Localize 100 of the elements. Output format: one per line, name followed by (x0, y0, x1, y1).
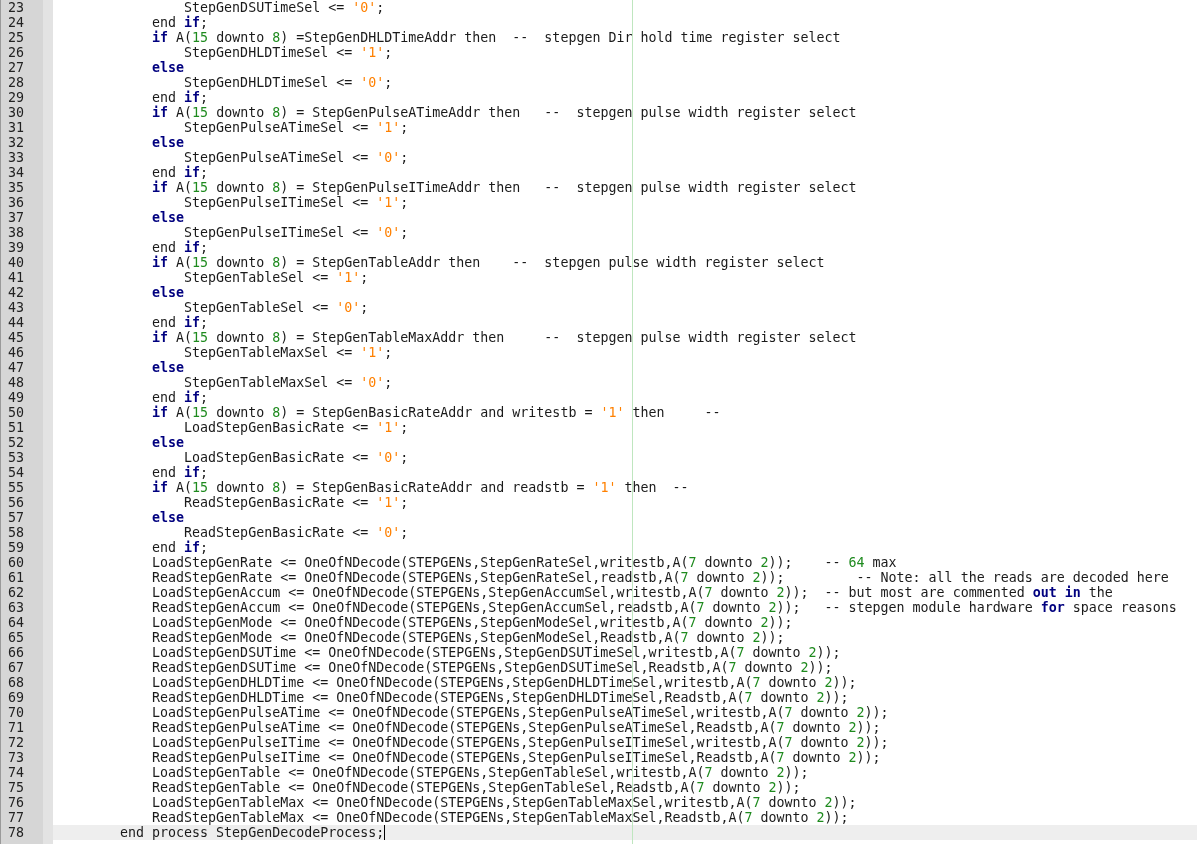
code-line: end if; (151, 165, 209, 180)
line-number: 45 (8, 330, 24, 345)
line-number: 78 (8, 825, 24, 840)
code-line: LoadStepGenPulseITime <= OneOfNDecode(STEPGENs,StepGenPulseITimeSel,writestb,A(7 downto 2)); (151, 735, 889, 750)
line-number: 68 (8, 675, 24, 690)
code-line: if A(15 downto 8) = StepGenBasicRateAddr and writestb = '1' then -- (151, 405, 721, 420)
line-number: 36 (8, 195, 24, 210)
line-number: 57 (8, 510, 24, 525)
line-number: 49 (8, 390, 24, 405)
code-line: end if; (151, 540, 209, 555)
code-line: StepGenTableMaxSel <= '1'; (184, 345, 393, 360)
line-number: 74 (8, 765, 24, 780)
text-cursor (384, 825, 386, 840)
line-number: 34 (8, 165, 24, 180)
code-line: else (151, 360, 185, 375)
line-number: 65 (8, 630, 24, 645)
line-number: 72 (8, 735, 24, 750)
line-number: 61 (8, 570, 24, 585)
line-number: 54 (8, 465, 24, 480)
line-number: 71 (8, 720, 24, 735)
line-number: 44 (8, 315, 24, 330)
line-number: 37 (8, 210, 24, 225)
line-number: 53 (8, 450, 24, 465)
code-line: LoadStepGenPulseATime <= OneOfNDecode(STEPGENs,StepGenPulseATimeSel,writestb,A(7 downto 2)); (151, 705, 889, 720)
line-number: 60 (8, 555, 24, 570)
code-line: LoadStepGenAccum <= OneOfNDecode(STEPGENs,StepGenAccumSel,writestb,A(7 downto 2)); -- but most are commented out in the (151, 585, 1113, 600)
line-number: 23 (8, 0, 24, 15)
code-line: LoadStepGenBasicRate <= '1'; (184, 420, 409, 435)
code-line: ReadStepGenTable <= OneOfNDecode(STEPGENs,StepGenTableSel,Readstb,A(7 downto 2)); (151, 780, 801, 795)
code-line: LoadStepGenRate <= OneOfNDecode(STEPGENs,StepGenRateSel,writestb,A(7 downto 2)); -- 64 max (151, 555, 897, 570)
code-line: if A(15 downto 8) = StepGenTableAddr then -- stepgen pulse width register select (151, 255, 825, 270)
code-line: else (151, 60, 185, 75)
code-line: StepGenTableMaxSel <= '0'; (183, 375, 393, 390)
line-number: 73 (8, 750, 24, 765)
code-line: StepGenTableSel <= '0'; (183, 300, 369, 315)
line-number: 50 (8, 405, 24, 420)
code-line: else (151, 285, 185, 300)
line-number: 27 (8, 60, 24, 75)
code-line: LoadStepGenTableMax <= OneOfNDecode(STEPGENs,StepGenTableMaxSel,writestb,A(7 downto 2)); (151, 795, 857, 810)
line-number: 77 (8, 810, 24, 825)
code-line: end process StepGenDecodeProcess; (119, 825, 385, 840)
code-line: if A(15 downto 8) = StepGenPulseATimeAddr then -- stepgen pulse width register select (151, 105, 857, 120)
line-number: 32 (8, 135, 24, 150)
code-line: if A(15 downto 8) = StepGenPulseITimeAddr then -- stepgen pulse width register select (151, 180, 857, 195)
line-number: 30 (8, 105, 24, 120)
line-number: 25 (8, 30, 24, 45)
code-line: if A(15 downto 8) = StepGenBasicRateAddr and readstb = '1' then -- (151, 480, 689, 495)
line-number: 75 (8, 780, 24, 795)
code-line: LoadStepGenDSUTime <= OneOfNDecode(STEPGENs,StepGenDSUTimeSel,writestb,A(7 downto 2)); (151, 645, 841, 660)
code-line: ReadStepGenPulseATime <= OneOfNDecode(STEPGENs,StepGenPulseATimeSel,Readstb,A(7 downto 2)); (151, 720, 881, 735)
code-line: ReadStepGenRate <= OneOfNDecode(STEPGENs,StepGenRateSel,readstb,A(7 downto 2)); -- Note: all the reads are decoded here (151, 570, 1169, 585)
line-number: 64 (8, 615, 24, 630)
code-line: StepGenTableSel <= '1'; (184, 270, 369, 285)
line-number: 76 (8, 795, 24, 810)
code-line: LoadStepGenBasicRate <= '0'; (183, 450, 409, 465)
code-line: ReadStepGenDSUTime <= OneOfNDecode(STEPGENs,StepGenDSUTimeSel,Readstb,A(7 downto 2)); (151, 660, 833, 675)
line-number: 56 (8, 495, 24, 510)
code-line: ReadStepGenTableMax <= OneOfNDecode(STEPGENs,StepGenTableMaxSel,Readstb,A(7 downto 2)); (151, 810, 849, 825)
code-line: ReadStepGenAccum <= OneOfNDecode(STEPGENs,StepGenAccumSel,readstb,A(7 downto 2)); -- stepgen module hardware for space reasons (151, 600, 1177, 615)
code-line: end if; (151, 465, 209, 480)
code-line: LoadStepGenMode <= OneOfNDecode(STEPGENs,StepGenModeSel,writestb,A(7 downto 2)); (151, 615, 793, 630)
line-number: 69 (8, 690, 24, 705)
line-number: 70 (8, 705, 24, 720)
line-number: 47 (8, 360, 24, 375)
code-line: else (151, 135, 185, 150)
code-line: StepGenPulseITimeSel <= '0'; (183, 225, 409, 240)
code-line: StepGenPulseATimeSel <= '0'; (183, 150, 409, 165)
line-number: 31 (8, 120, 24, 135)
code-line: StepGenDHLDTimeSel <= '0'; (183, 75, 393, 90)
code-line: LoadStepGenTable <= OneOfNDecode(STEPGENs,StepGenTableSel,writestb,A(7 downto 2)); (151, 765, 809, 780)
code-line: ReadStepGenBasicRate <= '0'; (183, 525, 409, 540)
code-line: else (151, 210, 185, 225)
code-line: end if; (151, 315, 209, 330)
line-number: 55 (8, 480, 24, 495)
code-line: StepGenDSUTimeSel <= '0'; (183, 0, 385, 15)
line-number: 33 (8, 150, 24, 165)
code-line: end if; (151, 15, 209, 30)
line-number: 58 (8, 525, 24, 540)
line-number: 38 (8, 225, 24, 240)
line-number: 41 (8, 270, 24, 285)
code-line: StepGenPulseITimeSel <= '1'; (184, 195, 409, 210)
code-line: LoadStepGenDHLDTime <= OneOfNDecode(STEPGENs,StepGenDHLDTimeSel,writestb,A(7 downto 2)); (151, 675, 857, 690)
code-line: ReadStepGenDHLDTime <= OneOfNDecode(STEPGENs,StepGenDHLDTimeSel,Readstb,A(7 downto 2)); (151, 690, 849, 705)
line-number: 40 (8, 255, 24, 270)
line-number: 59 (8, 540, 24, 555)
code-line: end if; (151, 90, 209, 105)
code-line: if A(15 downto 8) = StepGenTableMaxAddr then -- stepgen pulse width register select (151, 330, 857, 345)
line-number: 67 (8, 660, 24, 675)
line-number: 29 (8, 90, 24, 105)
line-number: 28 (8, 75, 24, 90)
code-line: end if; (151, 390, 209, 405)
code-line: if A(15 downto 8) =StepGenDHLDTimeAddr then -- stepgen Dir hold time register select (151, 30, 841, 45)
line-number: 62 (8, 585, 24, 600)
code-line: ReadStepGenPulseITime <= OneOfNDecode(STEPGENs,StepGenPulseITimeSel,Readstb,A(7 downto 2)); (151, 750, 881, 765)
line-number: 43 (8, 300, 24, 315)
line-number: 48 (8, 375, 24, 390)
line-number: 46 (8, 345, 24, 360)
code-line: StepGenDHLDTimeSel <= '1'; (184, 45, 393, 60)
code-line: ReadStepGenMode <= OneOfNDecode(STEPGENs,StepGenModeSel,Readstb,A(7 downto 2)); (151, 630, 785, 645)
code-line: end if; (151, 240, 209, 255)
